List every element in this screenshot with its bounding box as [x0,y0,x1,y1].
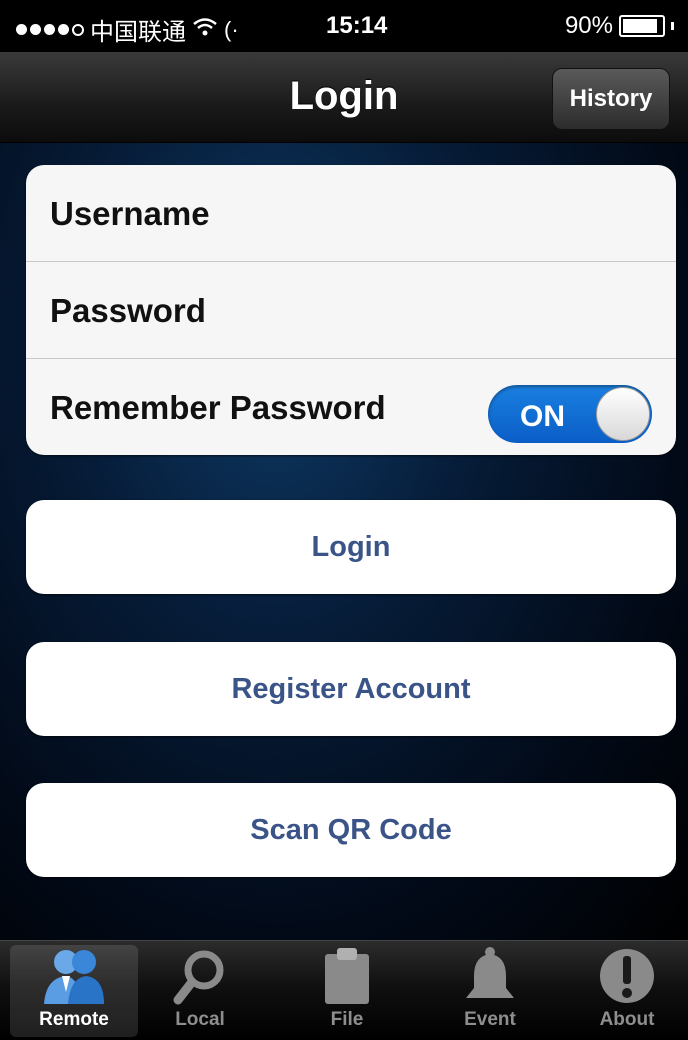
main-content: Username Password Remember Password ON L… [0,143,688,940]
login-button[interactable]: Login [26,500,676,594]
remote-users-icon [39,945,109,1007]
carrier-group: 中国联通 (· [16,12,239,47]
scan-qr-code-button[interactable]: Scan QR Code [26,783,676,877]
login-form: Username Password Remember Password ON [26,165,676,455]
tab-label: File [330,1009,364,1030]
tab-file[interactable]: File [283,945,411,1037]
battery-group: 90% [565,12,674,40]
clipboard-icon [312,945,382,1007]
remember-password-row: Remember Password ON [26,359,676,455]
exclamation-icon [592,945,662,1007]
tab-about[interactable]: About [563,945,688,1037]
tab-label: Event [464,1009,516,1030]
tab-local[interactable]: Local [136,945,264,1037]
battery-icon [619,15,665,37]
history-button[interactable]: History [552,68,670,130]
tab-label: Remote [39,1009,109,1030]
tab-remote[interactable]: Remote [10,945,138,1037]
signal-strength-icon [16,23,84,36]
carrier-name: 中国联通 [90,19,186,46]
search-icon [165,945,235,1007]
password-field[interactable]: Password [26,262,676,359]
username-label: Username [50,195,210,232]
status-bar: 中国联通 (· 15:14 90% [0,0,688,52]
password-label: Password [50,292,206,329]
remember-password-toggle[interactable]: ON [488,385,652,443]
tab-label: Local [175,1009,225,1030]
battery-tip [671,22,674,30]
tab-label: About [599,1009,655,1030]
tab-bar: Remote Local File Event About [0,940,688,1040]
username-field[interactable]: Username [26,165,676,262]
register-account-button[interactable]: Register Account [26,642,676,736]
status-time: 15:14 [326,12,388,39]
toggle-state-label: ON [520,400,565,433]
remember-password-label: Remember Password [50,389,386,426]
toggle-knob [596,387,650,441]
wifi-icon [192,16,218,44]
activity-icon: (· [224,16,239,42]
tab-event[interactable]: Event [426,945,554,1037]
bell-icon [455,945,525,1007]
battery-percent: 90% [564,12,613,39]
navigation-bar: Login History [0,52,688,143]
